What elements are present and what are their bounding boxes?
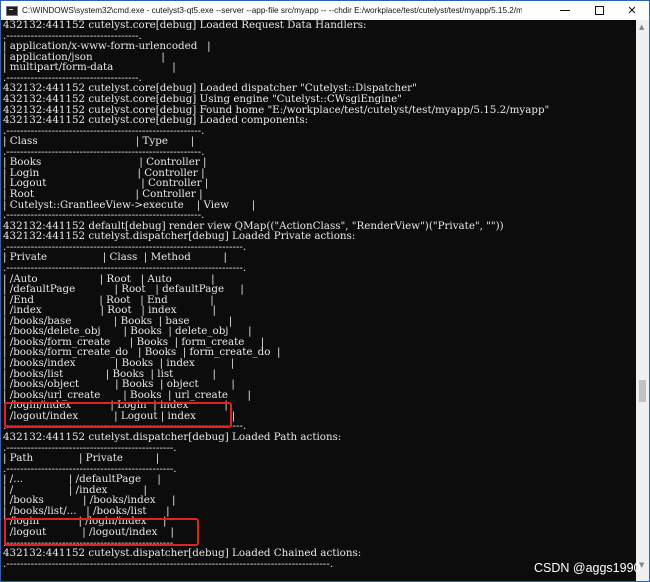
console-lines: 432132:441152 cutelyst.core[debug] Loade… [3, 20, 635, 569]
maximize-button[interactable] [582, 1, 616, 20]
cmd-app-icon [6, 5, 18, 16]
console-output[interactable]: 432132:441152 cutelyst.core[debug] Loade… [3, 20, 635, 581]
close-icon: ✕ [627, 4, 637, 17]
title-bar[interactable]: C:\WINDOWS\system32\cmd.exe - cutelyst3-… [1, 1, 649, 20]
console-line: 432132:441152 cutelyst.core[debug] Loade… [3, 20, 367, 31]
console-window: C:\WINDOWS\system32\cmd.exe - cutelyst3-… [0, 0, 650, 582]
vertical-scrollbar[interactable]: ▲ ▼ [636, 20, 649, 581]
scrollbar-thumb[interactable] [639, 380, 646, 402]
csdn-watermark: CSDN @aggs1990 [534, 561, 641, 575]
maximize-icon [594, 6, 604, 15]
console-line: | Root | Controller | [3, 188, 203, 200]
close-button[interactable]: ✕ [615, 1, 649, 20]
scroll-up-arrow-icon[interactable]: ▲ [639, 23, 644, 31]
console-line: 432132:441152 cutelyst.dispatcher[debug]… [3, 430, 342, 443]
window-title: C:\WINDOWS\system32\cmd.exe - cutelyst3-… [22, 6, 522, 15]
highlight-private-login-logout [4, 402, 232, 428]
minimize-icon [560, 10, 570, 11]
minimize-button[interactable] [548, 1, 582, 20]
console-line: 432132:441152 cutelyst.core[debug] Using… [3, 92, 403, 105]
highlight-path-login-logout [4, 518, 199, 546]
console-line: | /books/index | Books | index | [3, 357, 235, 369]
console-line: .---------------------------------------… [3, 261, 247, 274]
